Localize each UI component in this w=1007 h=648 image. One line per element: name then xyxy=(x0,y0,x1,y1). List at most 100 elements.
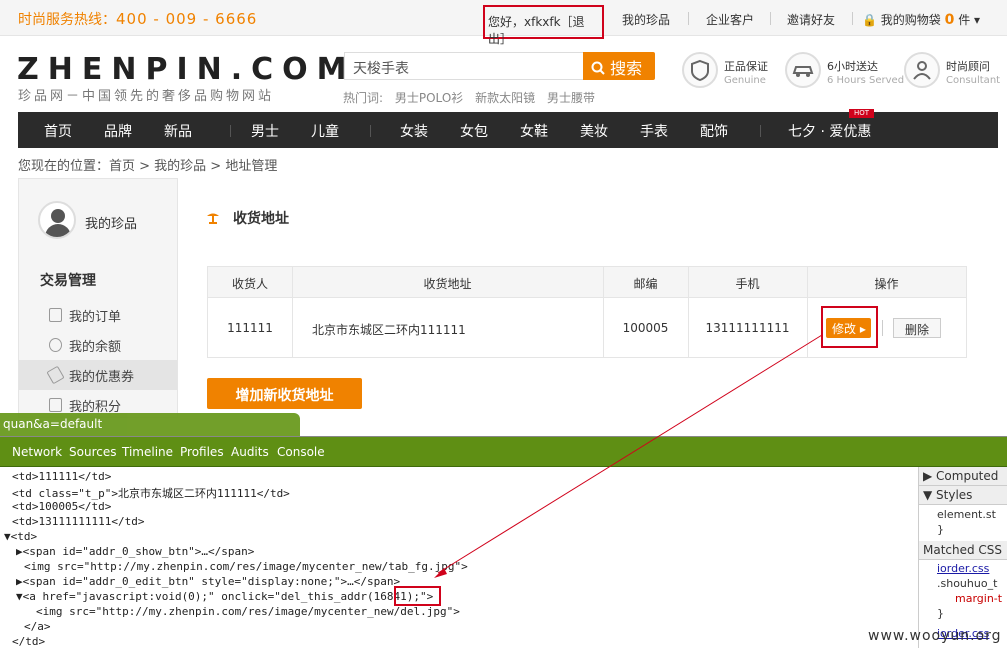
divider xyxy=(688,12,689,25)
points-icon xyxy=(49,398,62,412)
divider xyxy=(852,12,853,25)
cart-count: 0 xyxy=(944,12,955,28)
car-icon xyxy=(785,52,821,88)
address-icon xyxy=(207,213,219,224)
code-line[interactable]: <td class="t_p">北京市东城区二环内111111</td> xyxy=(12,485,290,501)
nav-item[interactable]: 品牌 xyxy=(104,121,132,141)
tab-timeline[interactable]: Timeline xyxy=(122,445,173,459)
search-button[interactable]: 搜索 xyxy=(583,52,655,80)
column-header: 操作 xyxy=(874,277,899,291)
column-header: 邮编 xyxy=(633,277,658,291)
tab-audits[interactable]: Audits xyxy=(231,445,269,459)
cell-address: 北京市东城区二环内111111 xyxy=(312,323,466,337)
sidebar-section-title: 交易管理 xyxy=(40,273,96,289)
nav-item[interactable]: 女鞋 xyxy=(520,121,548,141)
devtools-panel: Network Sources Timeline Profiles Audits… xyxy=(0,436,1007,648)
styles-section[interactable]: ▼ Styles xyxy=(919,486,1007,505)
elements-tree: <td>111111</td> <td class="t_p">北京市东城区二环… xyxy=(0,467,918,648)
sidebar-item-balance[interactable]: 我的余额 xyxy=(19,330,177,360)
code-line[interactable]: <td>13111111111</td> xyxy=(12,515,144,528)
matched-css-section: Matched CSS xyxy=(919,541,1007,560)
code-line[interactable]: ▼<td> xyxy=(4,530,37,543)
styles-sidebar: ▶ Computed ▼ Styles element.st } Matched… xyxy=(918,467,1007,648)
cart-link[interactable]: 🔒 我的购物袋 0 件 ▾ xyxy=(862,11,980,28)
cell-zip: 100005 xyxy=(622,321,669,335)
divider xyxy=(370,125,371,137)
delete-button[interactable]: 删除 xyxy=(893,318,941,338)
code-line[interactable]: ▶<span id="addr_0_edit_btn" style="displ… xyxy=(16,575,400,588)
search-icon xyxy=(591,61,605,75)
site-logo[interactable]: ZHENPIN.COM xyxy=(17,52,356,87)
hotword-link[interactable]: 男士腰带 xyxy=(547,91,595,105)
order-icon xyxy=(49,308,62,322)
sidebar-item-orders[interactable]: 我的订单 xyxy=(19,300,177,330)
brace: } xyxy=(937,523,944,536)
top-bar: 时尚服务热线：400 - 009 - 6666 您好，xfkxfk［退出］ 我的… xyxy=(0,0,1007,46)
css-selector: .shouhuo_t xyxy=(937,577,998,590)
column-header: 收货人 xyxy=(231,277,268,291)
my-zhenpin-link[interactable]: 我的珍品 xyxy=(622,11,670,28)
element-style: element.st xyxy=(937,508,996,521)
computed-section[interactable]: ▶ Computed xyxy=(919,467,1007,486)
code-line[interactable]: <img src="http://my.zhenpin.com/res/imag… xyxy=(36,605,460,618)
sidebar: 我的珍品 交易管理 我的订单 我的余额 我的优惠券 我的积分 xyxy=(18,178,178,418)
nav-item[interactable]: 女包 xyxy=(460,121,488,141)
nav-item-promo[interactable]: 七夕 · 爱优惠 xyxy=(788,121,871,141)
sidebar-item-coupons[interactable]: 我的优惠券 xyxy=(19,360,177,390)
hotword-link[interactable]: 新款太阳镜 xyxy=(475,91,535,105)
site-slogan: 珍品网－中国领先的奢侈品购物网站 xyxy=(18,89,275,104)
hot-badge: HOT xyxy=(849,109,874,118)
nav-item[interactable]: 配饰 xyxy=(700,121,728,141)
cell-name: 111111 xyxy=(227,321,273,335)
tab-profiles[interactable]: Profiles xyxy=(180,445,224,459)
enterprise-link[interactable]: 企业客户 xyxy=(706,11,754,28)
add-address-button[interactable]: 增加新收货地址 xyxy=(207,378,362,409)
avatar xyxy=(38,201,76,239)
user-greeting[interactable]: 您好，xfkxfk［退出］ xyxy=(483,5,604,46)
cell-phone: 13111111111 xyxy=(705,321,790,335)
code-line[interactable]: <td>100005</td> xyxy=(12,500,111,513)
css-property: margin-t xyxy=(955,592,1003,605)
search-input[interactable]: 天梭手表 xyxy=(344,52,584,80)
tab-sources[interactable]: Sources xyxy=(69,445,116,459)
devtools-tabbar: Network Sources Timeline Profiles Audits… xyxy=(0,437,1007,467)
code-line[interactable]: <td>111111</td> xyxy=(12,470,111,483)
watermark: www.wooyun.org xyxy=(868,628,1002,644)
breadcrumb: 您现在的位置：首页 > 我的珍品 > 地址管理 xyxy=(18,159,278,174)
code-line[interactable]: ▼<a href="javascript:void(0);" onclick="… xyxy=(16,590,433,603)
coupon-icon xyxy=(46,365,65,385)
hot-keywords: 热门词: 男士POLO衫 新款太阳镜 男士腰带 xyxy=(343,91,595,105)
url-tooltip: quan&a=default xyxy=(0,413,300,436)
nav-item[interactable]: 女装 xyxy=(400,121,428,141)
code-line[interactable]: </a> xyxy=(24,620,51,633)
nav-item[interactable]: 新品 xyxy=(164,121,192,141)
divider xyxy=(760,125,761,137)
column-header: 手机 xyxy=(735,277,760,291)
divider xyxy=(882,320,883,336)
page-title: 收货地址 xyxy=(233,211,289,227)
invite-link[interactable]: 邀请好友 xyxy=(787,11,835,28)
divider xyxy=(230,125,231,137)
column-header: 收货地址 xyxy=(423,277,472,291)
sidebar-my-zhenpin[interactable]: 我的珍品 xyxy=(85,213,137,232)
brace: } xyxy=(937,607,944,620)
code-line[interactable]: ▶<span id="addr_0_show_btn">…</span> xyxy=(16,545,254,558)
service-hotline: 时尚服务热线：400 - 009 - 6666 xyxy=(18,10,258,28)
edit-button[interactable]: 修改 ▸ xyxy=(826,318,871,338)
nav-item[interactable]: 男士 xyxy=(251,121,279,141)
lock-icon: 🔒 xyxy=(862,13,877,27)
code-line[interactable]: <img src="http://my.zhenpin.com/res/imag… xyxy=(24,560,468,573)
nav-item[interactable]: 美妆 xyxy=(580,121,608,141)
divider xyxy=(770,12,771,25)
css-file-link[interactable]: iorder.css xyxy=(937,562,1007,575)
nav-item[interactable]: 手表 xyxy=(640,121,668,141)
shield-icon xyxy=(682,52,718,88)
code-line[interactable]: </td> xyxy=(12,635,45,648)
nav-item[interactable]: 首页 xyxy=(44,121,72,141)
nav-item[interactable]: 儿童 xyxy=(311,121,339,141)
highlight-box xyxy=(394,586,441,606)
tab-console[interactable]: Console xyxy=(277,445,325,459)
balance-icon xyxy=(49,338,62,352)
hotword-link[interactable]: 男士POLO衫 xyxy=(395,91,463,105)
tab-network[interactable]: Network xyxy=(12,445,62,459)
